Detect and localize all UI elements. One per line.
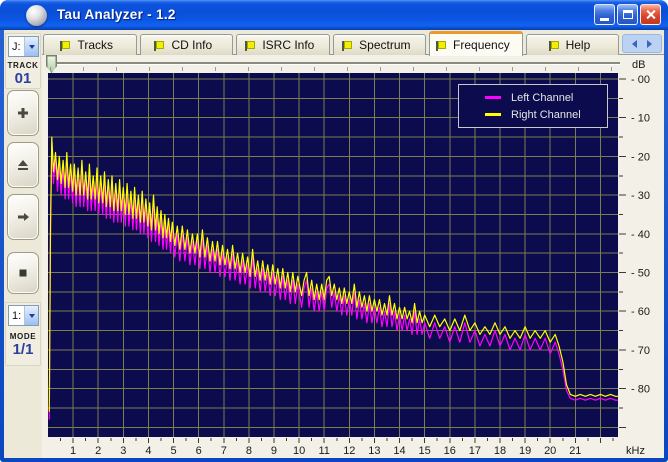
svg-text:- 50: - 50 — [631, 268, 650, 280]
drive-select-dropdown-button[interactable] — [24, 37, 38, 56]
flag-icon — [156, 41, 164, 49]
svg-text:6: 6 — [196, 445, 202, 457]
flag-icon — [344, 41, 352, 49]
legend-item-left-channel: Left Channel — [485, 92, 607, 104]
window-title: Tau Analyzer - 1.2 — [57, 7, 176, 22]
chart-panel: 123456789101112131415161718192021kHz- 00… — [42, 54, 664, 458]
svg-text:- 20: - 20 — [631, 151, 650, 163]
tab-tracks[interactable]: Tracks — [43, 34, 137, 55]
tab-isrc-info[interactable]: ISRC Info — [236, 34, 330, 55]
flag-icon — [62, 41, 70, 49]
flag-icon — [438, 41, 446, 49]
mode-section: 1: MODE 1/1 — [5, 302, 41, 366]
flag-icon — [551, 41, 559, 49]
left-channel-swatch — [485, 96, 501, 99]
legend: Left Channel Right Channel — [458, 84, 608, 128]
svg-text:15: 15 — [419, 445, 431, 457]
svg-text:19: 19 — [519, 445, 531, 457]
svg-text:14: 14 — [393, 445, 405, 457]
tab-frequency[interactable]: Frequency — [429, 31, 523, 56]
next-button[interactable] — [7, 194, 39, 240]
svg-text:16: 16 — [444, 445, 456, 457]
client-area: Tracks CD Info ISRC Info Spectrum Freque… — [4, 30, 664, 458]
svg-text:12: 12 — [343, 445, 355, 457]
svg-text:13: 13 — [368, 445, 380, 457]
mode-value: 1/1 — [6, 341, 40, 358]
svg-text:5: 5 — [170, 445, 176, 457]
svg-text:1: 1 — [70, 445, 76, 457]
eject-icon — [16, 158, 30, 172]
plus-icon — [16, 106, 30, 120]
maximize-button[interactable] — [617, 4, 638, 25]
tab-spectrum[interactable]: Spectrum — [333, 34, 427, 55]
track-section: J: TRACK 01 — [5, 33, 41, 89]
stop-icon — [16, 266, 30, 280]
track-label: TRACK — [6, 61, 40, 70]
arrow-right-icon — [16, 210, 30, 224]
svg-text:17: 17 — [469, 445, 481, 457]
mode-select-dropdown-button[interactable] — [24, 306, 38, 325]
stop-button[interactable] — [7, 252, 39, 294]
close-icon — [645, 9, 656, 20]
svg-text:- 60: - 60 — [631, 306, 650, 318]
svg-text:8: 8 — [246, 445, 252, 457]
eject-button[interactable] — [7, 142, 39, 188]
tab-scroll-left-icon[interactable] — [632, 40, 637, 48]
mode-select-value: 1: — [9, 306, 24, 325]
chevron-down-icon — [29, 314, 35, 318]
tab-scroll-right-icon[interactable] — [647, 40, 652, 48]
svg-text:- 40: - 40 — [631, 229, 650, 241]
drive-select[interactable]: J: — [8, 36, 39, 57]
sidebar: J: TRACK 01 1: — [4, 30, 42, 458]
minimize-icon — [600, 18, 609, 21]
legend-item-right-channel: Right Channel — [485, 109, 607, 121]
app-icon — [26, 5, 47, 26]
svg-text:20: 20 — [544, 445, 556, 457]
svg-text:10: 10 — [293, 445, 305, 457]
svg-text:- 30: - 30 — [631, 190, 650, 202]
svg-text:3: 3 — [120, 445, 126, 457]
svg-text:18: 18 — [494, 445, 506, 457]
title-bar[interactable]: Tau Analyzer - 1.2 — [0, 0, 668, 30]
svg-text:dB: dB — [632, 59, 645, 71]
flag-icon — [247, 41, 255, 49]
svg-text:- 10: - 10 — [631, 113, 650, 125]
slider-ticks — [50, 67, 616, 71]
mode-select[interactable]: 1: — [8, 305, 39, 326]
tab-cd-info[interactable]: CD Info — [140, 34, 234, 55]
tab-help[interactable]: Help — [526, 34, 620, 55]
chevron-down-icon — [29, 45, 35, 49]
svg-text:kHz: kHz — [626, 445, 645, 457]
tab-scroll-buttons — [622, 34, 662, 53]
plus-button[interactable] — [7, 90, 39, 136]
svg-text:- 00: - 00 — [631, 74, 650, 86]
svg-text:4: 4 — [145, 445, 151, 457]
svg-text:- 70: - 70 — [631, 345, 650, 357]
mode-label: MODE — [6, 332, 40, 341]
legend-label: Right Channel — [511, 109, 581, 121]
maximize-icon — [623, 10, 633, 19]
minimize-button[interactable] — [594, 4, 615, 25]
tab-bar: Tracks CD Info ISRC Info Spectrum Freque… — [43, 32, 662, 55]
close-button[interactable] — [640, 4, 661, 25]
svg-text:9: 9 — [271, 445, 277, 457]
window: Tau Analyzer - 1.2 Tracks CD Info ISRC I… — [0, 0, 668, 462]
svg-text:11: 11 — [319, 445, 330, 457]
window-controls — [594, 4, 661, 25]
svg-text:21: 21 — [569, 445, 581, 457]
svg-text:2: 2 — [95, 445, 101, 457]
position-slider[interactable] — [48, 62, 620, 64]
track-number: 01 — [6, 70, 40, 87]
svg-text:7: 7 — [221, 445, 227, 457]
svg-text:- 80: - 80 — [631, 384, 650, 396]
legend-label: Left Channel — [511, 92, 573, 104]
drive-select-value: J: — [9, 37, 24, 56]
right-channel-swatch — [485, 113, 501, 116]
